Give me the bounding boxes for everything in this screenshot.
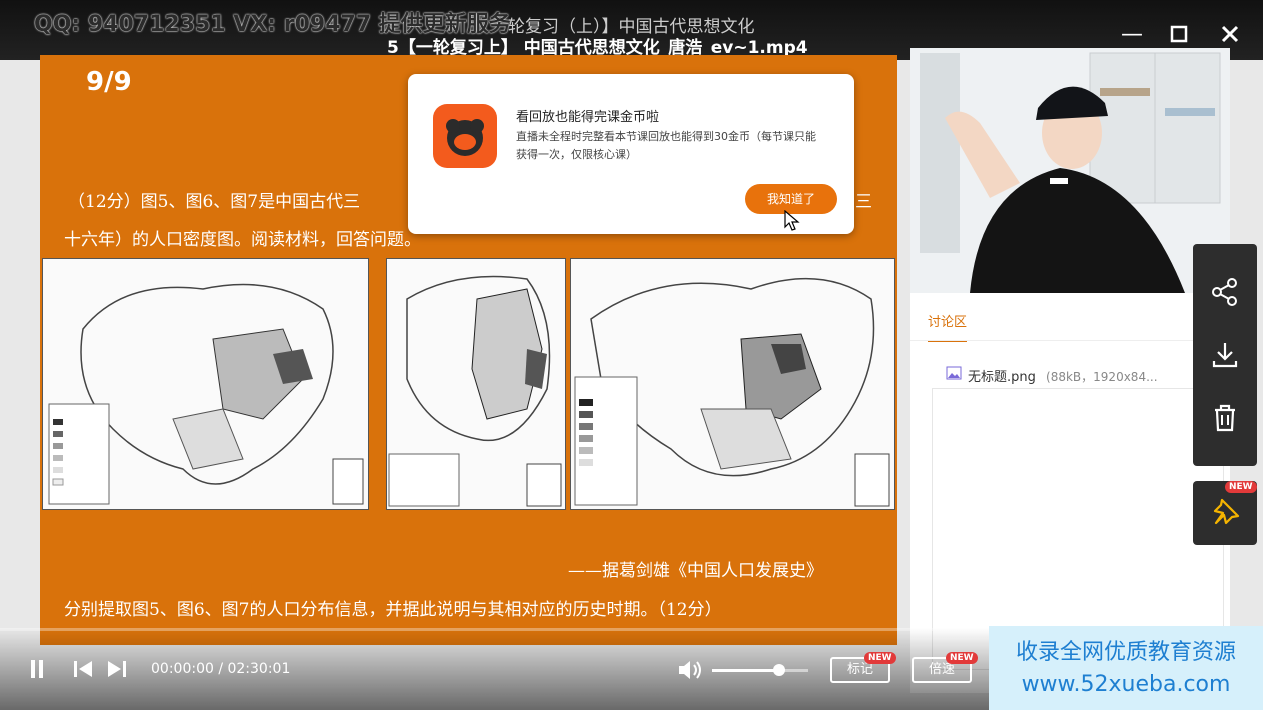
- volume-icon: [679, 661, 701, 679]
- slide-footer: ——据葛剑雄《中国人口发展史》 分别提取图5、图6、图7的人口分布信息，并据此说…: [40, 511, 897, 645]
- skip-previous-icon: [74, 661, 92, 677]
- teacher-camera: [910, 48, 1230, 293]
- mark-new-badge: NEW: [864, 652, 896, 664]
- close-icon: [1221, 25, 1239, 43]
- question-line-1-end: 三: [855, 192, 872, 212]
- skip-next-icon: [108, 661, 126, 677]
- download-icon: [1212, 343, 1238, 368]
- popup-title: 看回放也能得完课金币啦: [516, 110, 660, 125]
- app-logo-icon: [433, 104, 497, 168]
- tab-discussion[interactable]: 讨论区: [928, 311, 968, 342]
- mouse-cursor-icon: [784, 210, 800, 231]
- trash-icon: [1215, 404, 1235, 432]
- download-button[interactable]: [1209, 339, 1241, 371]
- pause-icon: [31, 660, 43, 678]
- minimize-button[interactable]: —: [1121, 22, 1143, 47]
- map-figure-5: [42, 258, 369, 510]
- popup-description: 直播未全程时完整看本节课回放也能得到30金币（每节课只能获得一次，仅限核心课）: [516, 130, 816, 161]
- video-area: 轮复习（上）】中国古代思想文化 QQ: 940712351 VX: r09477…: [0, 0, 1263, 710]
- question-line-2: 十六年）的人口密度图。阅读材料，回答问题。: [64, 230, 421, 250]
- population-maps: [40, 255, 897, 511]
- previous-button[interactable]: [72, 659, 94, 683]
- attachment-meta: (88kB，1920x84...: [1046, 370, 1158, 384]
- speed-button-label: 倍速: [928, 662, 955, 677]
- volume-slider[interactable]: [712, 664, 808, 676]
- mute-button[interactable]: [677, 658, 703, 686]
- share-icon: [1212, 278, 1237, 306]
- volume-fill: [712, 669, 780, 672]
- image-file-icon: [946, 366, 962, 380]
- pause-button[interactable]: [30, 658, 44, 684]
- mark-button-label: 标记: [846, 662, 873, 677]
- source-credit: ——据葛剑雄《中国人口发展史》: [568, 561, 823, 581]
- slide-page-number: 9/9: [86, 67, 132, 97]
- delete-button[interactable]: [1209, 402, 1241, 434]
- panel-divider: [910, 340, 1230, 341]
- coin-reward-popup: 看回放也能得完课金币啦 直播未全程时完整看本节课回放也能得到30金币（每节课只能…: [408, 74, 854, 234]
- pin-button[interactable]: NEW: [1193, 481, 1257, 545]
- pin-icon: [1213, 498, 1240, 525]
- playback-time: 00:00:00 / 02:30:01: [151, 661, 291, 677]
- close-button[interactable]: [1220, 24, 1240, 50]
- map-figure-7: [570, 258, 895, 510]
- share-button[interactable]: [1209, 276, 1241, 308]
- question-prompt: 分别提取图5、图6、图7的人口分布信息，并据此说明与其相对应的历史时期。（12分…: [64, 600, 722, 620]
- attachment-item[interactable]: 无标题.png (88kB，1920x84...: [968, 366, 1158, 385]
- volume-knob[interactable]: [773, 664, 786, 676]
- question-line-1: （12分）图5、图6、图7是中国古代三: [68, 192, 361, 212]
- next-button[interactable]: [106, 659, 128, 683]
- ad-line-1: 收录全网优质教育资源: [1015, 640, 1236, 665]
- map-figure-6: [386, 258, 566, 510]
- floating-toolbar: [1193, 244, 1257, 466]
- attachment-name: 无标题.png: [968, 370, 1036, 385]
- ad-banner[interactable]: 收录全网优质教育资源 www.52xueba.com: [989, 626, 1263, 710]
- maximize-button[interactable]: [1170, 24, 1188, 49]
- ad-line-2: www.52xueba.com: [1021, 672, 1231, 697]
- speed-new-badge: NEW: [946, 652, 978, 664]
- maximize-icon: [1170, 25, 1188, 43]
- new-badge: NEW: [1225, 481, 1257, 493]
